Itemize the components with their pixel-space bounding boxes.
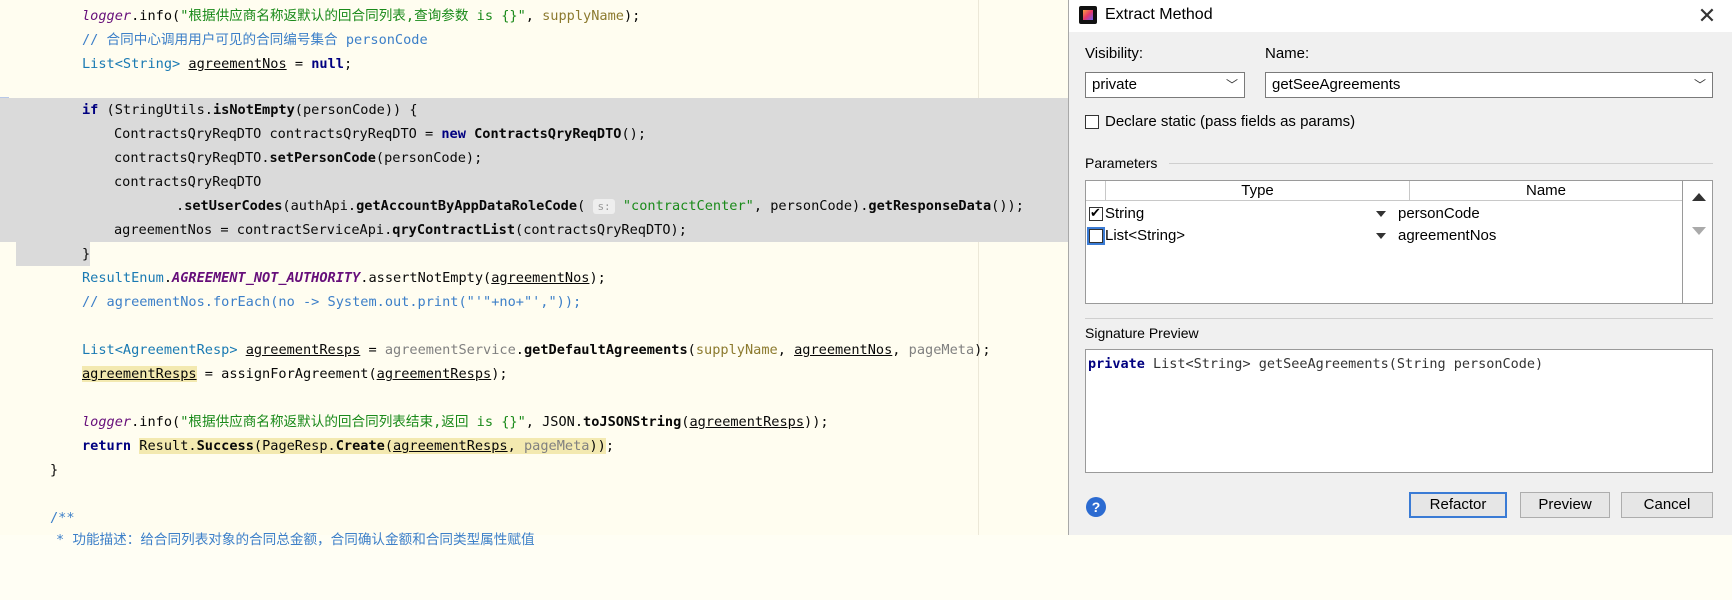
parameters-label: Parameters — [1085, 155, 1158, 171]
dropdown-triangle-icon[interactable] — [1376, 211, 1386, 217]
doc-comment: /** — [50, 510, 75, 526]
preview-button[interactable]: Preview — [1520, 492, 1610, 518]
code-line-selected[interactable]: contractsQryReqDTO — [0, 170, 1070, 194]
code-line-selected[interactable]: ContractsQryReqDTO contractsQryReqDTO = … — [0, 122, 1070, 146]
code-line-selected[interactable]: } — [16, 242, 90, 266]
param-type: List<String> — [1105, 227, 1186, 244]
method-name-value: getSeeAgreements — [1272, 76, 1401, 93]
method-name-input[interactable]: getSeeAgreements ﹀ — [1265, 72, 1713, 98]
code-line-selected[interactable]: agreementNos = contractServiceApi.qryCon… — [0, 218, 1070, 242]
comment: // agreementNos.forEach(no -> System.out… — [82, 294, 582, 310]
app-icon — [1079, 6, 1097, 24]
signature-keyword: private — [1088, 356, 1145, 372]
move-down-icon[interactable] — [1692, 227, 1706, 235]
declare-static-label[interactable]: Declare static (pass fields as params) — [1105, 113, 1355, 130]
close-icon[interactable]: ✕ — [1693, 2, 1721, 30]
param-type: String — [1105, 205, 1145, 222]
cancel-button[interactable]: Cancel — [1621, 492, 1713, 518]
code-line-selected[interactable]: contractsQryReqDTO.setPersonCode(personC… — [0, 146, 1070, 170]
code-line[interactable]: agreementResps = assignForAgreement(agre… — [0, 362, 1070, 386]
code-line[interactable]: logger.info("根据供应商名称返默认的回合同列表结束,返回 is {}… — [0, 410, 1070, 434]
dialog-title: Extract Method — [1105, 6, 1213, 23]
code-line[interactable]: * 功能描述：给合同列表对象的合同总金额，合同确认金额和合同类型属性赋值 — [0, 528, 1070, 552]
signature-preview: private List<String> getSeeAgreements(St… — [1085, 349, 1713, 473]
column-header-name[interactable]: Name — [1410, 181, 1682, 201]
separator — [1085, 318, 1713, 319]
code-line[interactable]: logger.info("根据供应商名称返默认的回合同列表,查询参数 is {}… — [0, 4, 1070, 28]
column-header-type[interactable]: Type — [1106, 181, 1410, 201]
code-line-selected[interactable]: .setUserCodes(authApi.getAccountByAppDat… — [0, 194, 1070, 218]
separator — [1169, 163, 1713, 164]
signature-preview-label: Signature Preview — [1085, 325, 1199, 341]
visibility-label: Visibility: — [1085, 45, 1144, 62]
table-header-check — [1086, 181, 1106, 201]
code-line[interactable]: ResultEnum.AGREEMENT_NOT_AUTHORITY.asser… — [0, 266, 1070, 290]
code-line[interactable]: // agreementNos.forEach(no -> System.out… — [0, 290, 1070, 314]
parameter-hint: s: — [593, 199, 615, 214]
code-line[interactable]: /** — [0, 506, 1070, 530]
code-text: contractsQryReqDTO — [114, 174, 262, 190]
dropdown-triangle-icon[interactable] — [1376, 233, 1386, 239]
code-line-selected[interactable]: if (StringUtils.isNotEmpty(personCode)) … — [0, 98, 1070, 122]
parameters-table[interactable]: Type Name String personCode List<String>… — [1085, 180, 1683, 304]
visibility-select[interactable]: private ﹀ — [1085, 72, 1245, 98]
param-move-panel — [1683, 180, 1713, 304]
declare-static-checkbox[interactable] — [1085, 115, 1099, 129]
code-editor[interactable]: logger.info("根据供应商名称返默认的回合同列表,查询参数 is {}… — [0, 0, 1070, 548]
help-icon[interactable]: ? — [1086, 497, 1106, 517]
param-name[interactable]: agreementNos — [1398, 225, 1496, 247]
chevron-down-icon[interactable]: ﹀ — [1694, 73, 1706, 97]
param-checkbox[interactable] — [1087, 227, 1105, 245]
code-line[interactable]: List<String> agreementNos = null; — [0, 52, 1070, 76]
refactor-button[interactable]: Refactor — [1409, 492, 1507, 518]
title-bar[interactable]: Extract Method ✕ — [1069, 0, 1732, 32]
visibility-value: private — [1092, 76, 1138, 93]
extract-method-dialog: Extract Method ✕ Visibility: private ﹀ N… — [1068, 0, 1732, 535]
chevron-down-icon: ﹀ — [1225, 78, 1238, 92]
code-line[interactable]: return Result.Success(PageResp.Create(ag… — [0, 434, 1070, 458]
comment: // 合同中心调用用户可见的合同编号集合 personCode — [82, 32, 428, 48]
closing-brace: } — [82, 246, 91, 262]
code-line[interactable]: // 合同中心调用用户可见的合同编号集合 personCode — [0, 28, 1070, 52]
param-name[interactable]: personCode — [1398, 203, 1480, 225]
signature-text: List<String> getSeeAgreements(String per… — [1144, 356, 1544, 372]
move-up-icon[interactable] — [1692, 193, 1706, 201]
doc-comment: * 功能描述：给合同列表对象的合同总金额，合同确认金额和合同类型属性赋值 — [56, 532, 535, 548]
name-label: Name: — [1265, 45, 1310, 62]
code-line[interactable]: } — [0, 458, 1070, 482]
code-line[interactable]: List<AgreementResp> agreementResps = agr… — [0, 338, 1070, 362]
param-checkbox[interactable] — [1089, 205, 1103, 221]
code-text: } — [50, 462, 59, 478]
